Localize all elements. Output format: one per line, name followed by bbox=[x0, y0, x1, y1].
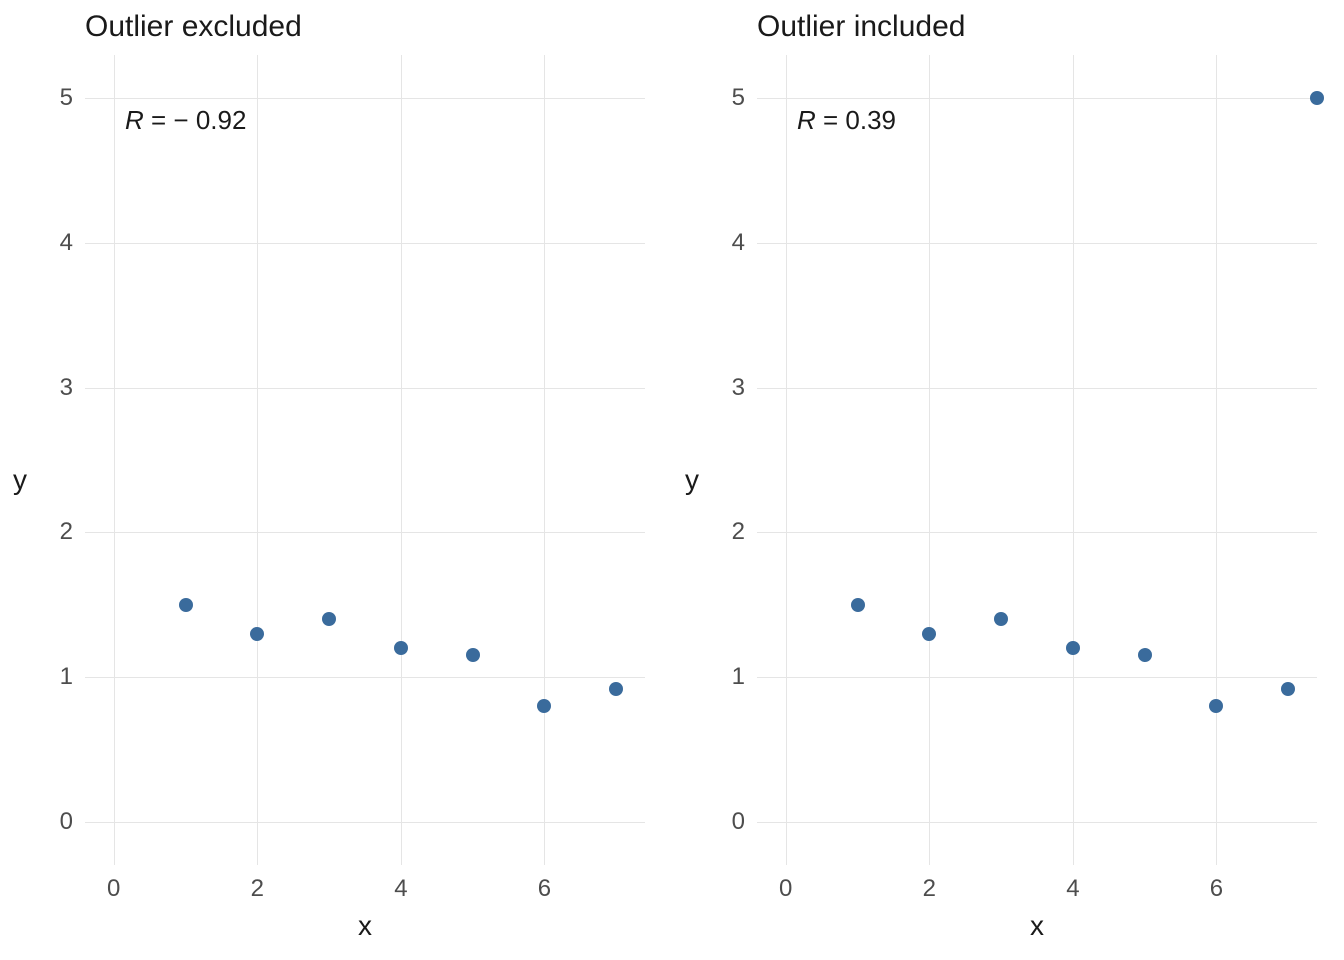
data-point bbox=[250, 627, 264, 641]
gridline-horizontal bbox=[85, 677, 645, 678]
x-tick-label: 6 bbox=[538, 875, 551, 903]
x-tick-label: 6 bbox=[1210, 875, 1223, 903]
gridline-vertical bbox=[401, 55, 402, 865]
gridline-horizontal bbox=[85, 822, 645, 823]
plot-background bbox=[757, 55, 1317, 865]
gridline-vertical bbox=[929, 55, 930, 865]
panel-title: Outlier excluded bbox=[85, 10, 302, 44]
data-point bbox=[851, 598, 865, 612]
x-tick-label: 2 bbox=[923, 875, 936, 903]
y-tick-label: 4 bbox=[60, 229, 73, 257]
gridline-vertical bbox=[114, 55, 115, 865]
gridline-horizontal bbox=[757, 243, 1317, 244]
x-tick-label: 0 bbox=[779, 875, 792, 903]
y-tick-label: 3 bbox=[732, 374, 745, 402]
data-point bbox=[537, 699, 551, 713]
x-tick-label: 2 bbox=[251, 875, 264, 903]
y-tick-label: 2 bbox=[732, 518, 745, 546]
gridline-vertical bbox=[544, 55, 545, 865]
gridline-vertical bbox=[786, 55, 787, 865]
gridline-horizontal bbox=[757, 822, 1317, 823]
x-axis-label: x bbox=[1030, 910, 1044, 942]
data-point bbox=[1209, 699, 1223, 713]
plot-background bbox=[85, 55, 645, 865]
gridline-vertical bbox=[257, 55, 258, 865]
r-value: = − 0.92 bbox=[144, 105, 247, 135]
y-tick-label: 5 bbox=[732, 84, 745, 112]
data-point bbox=[322, 612, 336, 626]
data-point bbox=[1281, 682, 1295, 696]
gridline-horizontal bbox=[757, 98, 1317, 99]
data-point bbox=[922, 627, 936, 641]
plot-area: R = 0.39 0123450246 bbox=[757, 55, 1317, 865]
y-axis-label: y bbox=[13, 464, 27, 496]
gridline-vertical bbox=[1216, 55, 1217, 865]
panel-title: Outlier included bbox=[757, 10, 965, 44]
y-tick-label: 0 bbox=[732, 808, 745, 836]
y-tick-label: 2 bbox=[60, 518, 73, 546]
y-tick-label: 4 bbox=[732, 229, 745, 257]
gridline-horizontal bbox=[757, 677, 1317, 678]
plot-area: R = − 0.92 0123450246 bbox=[85, 55, 645, 865]
gridline-horizontal bbox=[757, 388, 1317, 389]
r-symbol: R bbox=[125, 105, 144, 135]
panel-included: Outlier included y R = 0.39 0123450246 x bbox=[672, 0, 1344, 960]
x-axis-label: x bbox=[358, 910, 372, 942]
y-tick-label: 3 bbox=[60, 374, 73, 402]
data-point bbox=[1310, 91, 1324, 105]
gridline-horizontal bbox=[85, 532, 645, 533]
data-point bbox=[466, 648, 480, 662]
gridline-horizontal bbox=[85, 243, 645, 244]
panel-excluded: Outlier excluded y R = − 0.92 0123450246… bbox=[0, 0, 672, 960]
chart-container: Outlier excluded y R = − 0.92 0123450246… bbox=[0, 0, 1344, 960]
data-point bbox=[179, 598, 193, 612]
correlation-annotation: R = 0.39 bbox=[797, 105, 896, 136]
y-tick-label: 0 bbox=[60, 808, 73, 836]
x-tick-label: 4 bbox=[394, 875, 407, 903]
gridline-horizontal bbox=[757, 532, 1317, 533]
y-tick-label: 1 bbox=[732, 663, 745, 691]
data-point bbox=[609, 682, 623, 696]
y-axis-label: y bbox=[685, 464, 699, 496]
gridline-horizontal bbox=[85, 98, 645, 99]
data-point bbox=[1066, 641, 1080, 655]
y-tick-label: 1 bbox=[60, 663, 73, 691]
gridline-vertical bbox=[1073, 55, 1074, 865]
data-point bbox=[1138, 648, 1152, 662]
y-tick-label: 5 bbox=[60, 84, 73, 112]
r-symbol: R bbox=[797, 105, 816, 135]
x-tick-label: 0 bbox=[107, 875, 120, 903]
data-point bbox=[994, 612, 1008, 626]
x-tick-label: 4 bbox=[1066, 875, 1079, 903]
correlation-annotation: R = − 0.92 bbox=[125, 105, 246, 136]
gridline-horizontal bbox=[85, 388, 645, 389]
r-value: = 0.39 bbox=[816, 105, 896, 135]
data-point bbox=[394, 641, 408, 655]
